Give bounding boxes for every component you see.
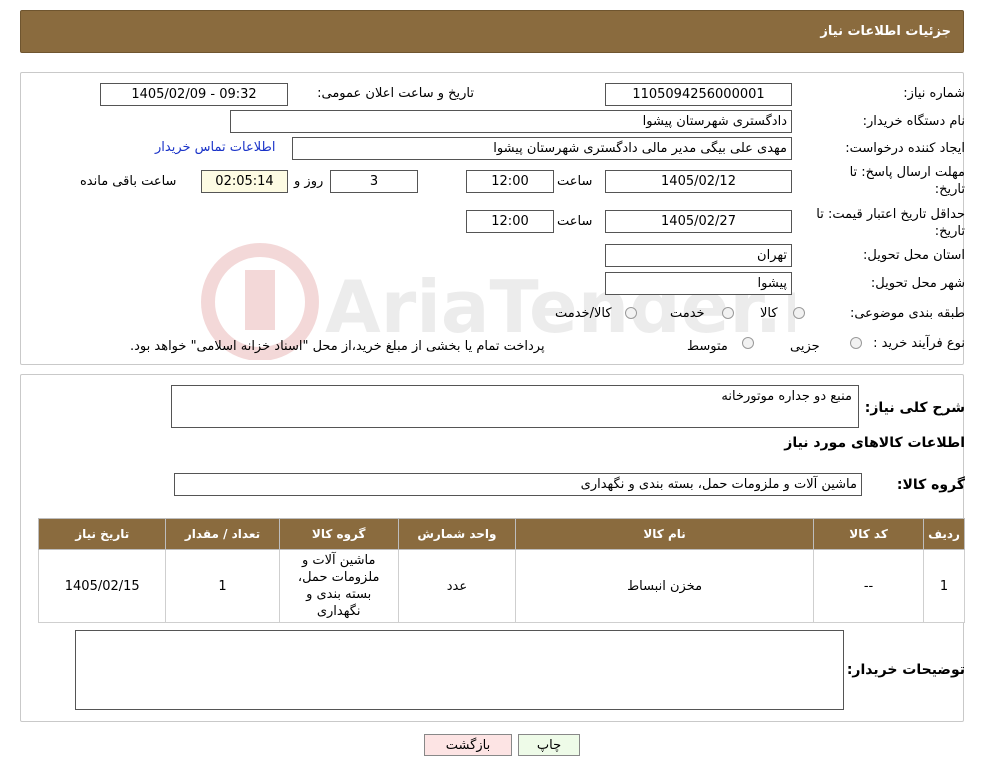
need-number-label: شماره نیاز: (903, 86, 965, 101)
goods-section-title: اطلاعات کالاهای مورد نیاز (784, 435, 965, 451)
column-qty: تعداد / مقدار (165, 518, 280, 550)
validity-time-label: ساعت (557, 214, 593, 229)
category-option-service: خدمت (670, 306, 705, 321)
category-radio-goods-service[interactable] (625, 307, 637, 319)
remaining-days-field: 3 (330, 170, 418, 193)
column-unit: واحد شمارش (397, 518, 517, 550)
process-option-medium: متوسط (687, 339, 728, 354)
deadline-date-field: 1405/02/12 (605, 170, 792, 193)
column-group: گروه کالا (278, 518, 399, 550)
description-label: شرح کلی نیاز: (864, 400, 965, 416)
process-note: پرداخت تمام یا بخشی از مبلغ خرید،از محل … (130, 339, 545, 354)
deadline-time-label: ساعت (557, 174, 593, 189)
back-button[interactable]: بازگشت (424, 734, 512, 756)
goods-table: ردیف کد کالا نام کالا واحد شمارش گروه کا… (37, 518, 965, 623)
description-field[interactable]: منبع دو جداره موتورخانه (171, 385, 859, 428)
process-radio-medium[interactable] (742, 337, 754, 349)
column-code: کد کالا (813, 518, 925, 550)
announce-date-label: تاریخ و ساعت اعلان عمومی: (317, 86, 474, 101)
buyer-notes-field[interactable] (75, 630, 844, 710)
cell-date: 1405/02/15 (37, 549, 167, 623)
column-date: تاریخ نیاز (37, 518, 167, 550)
validity-time-field: 12:00 (466, 210, 554, 233)
validity-label-date: تاریخ: (934, 224, 965, 239)
city-label: شهر محل تحویل: (870, 276, 965, 291)
cell-code: -- (813, 549, 925, 623)
category-option-goods: کالا (760, 306, 778, 321)
print-button[interactable]: چاپ (518, 734, 580, 756)
process-option-minor: جزیی (790, 339, 820, 354)
cell-name: مخزن انبساط (515, 549, 815, 623)
deadline-label: مهلت ارسال پاسخ: تا (849, 165, 965, 180)
buyer-notes-label: توضیحات خریدار: (846, 662, 965, 678)
cell-unit: عدد (397, 549, 517, 623)
remaining-time-label: ساعت باقی مانده (80, 174, 177, 189)
process-label: نوع فرآیند خرید : (873, 336, 965, 351)
buyer-org-label: نام دستگاه خریدار: (862, 114, 965, 129)
goods-table-header: ردیف کد کالا نام کالا واحد شمارش گروه کا… (37, 518, 965, 550)
cell-group: ماشین آلات و ملزومات حمل، بسته بندی و نگ… (278, 549, 399, 623)
buyer-org-field: دادگستری شهرستان پیشوا (230, 110, 792, 133)
need-number-field: 1105094256000001 (605, 83, 792, 106)
cell-row: 1 (923, 549, 965, 623)
column-row: ردیف (923, 518, 965, 550)
deadline-label-date: تاریخ: (934, 182, 965, 197)
goods-group-label: گروه کالا: (896, 477, 965, 493)
column-name: نام کالا (515, 518, 815, 550)
page-title: جزئیات اطلاعات نیاز (820, 24, 951, 39)
cell-qty: 1 (165, 549, 280, 623)
city-field: پیشوا (605, 272, 792, 295)
goods-group-field: ماشین آلات و ملزومات حمل، بسته بندی و نگ… (174, 473, 862, 496)
category-radio-goods[interactable] (793, 307, 805, 319)
province-field: تهران (605, 244, 792, 267)
category-radio-service[interactable] (722, 307, 734, 319)
announce-date-field: 1405/02/09 - 09:32 (100, 83, 288, 106)
table-row: 1 -- مخزن انبساط عدد ماشین آلات و ملزوما… (37, 549, 965, 623)
category-option-goods-service: کالا/خدمت (555, 306, 612, 321)
province-label: استان محل تحویل: (863, 248, 965, 263)
deadline-time-field: 12:00 (466, 170, 554, 193)
requester-label: ایجاد کننده درخواست: (845, 141, 965, 156)
buyer-contact-link[interactable]: اطلاعات تماس خریدار (155, 140, 275, 155)
requester-field: مهدی علی بیگی مدیر مالی دادگستری شهرستان… (292, 137, 792, 160)
remaining-time-field: 02:05:14 (201, 170, 288, 193)
goods-table-wrapper: ردیف کد کالا نام کالا واحد شمارش گروه کا… (37, 518, 965, 623)
process-radio-minor[interactable] (850, 337, 862, 349)
page-header: جزئیات اطلاعات نیاز (20, 10, 964, 53)
category-label: طبقه بندی موضوعی: (849, 306, 965, 321)
validity-label: حداقل تاریخ اعتبار قیمت: تا (816, 207, 965, 222)
days-label: روز و (294, 174, 324, 189)
validity-date-field: 1405/02/27 (605, 210, 792, 233)
